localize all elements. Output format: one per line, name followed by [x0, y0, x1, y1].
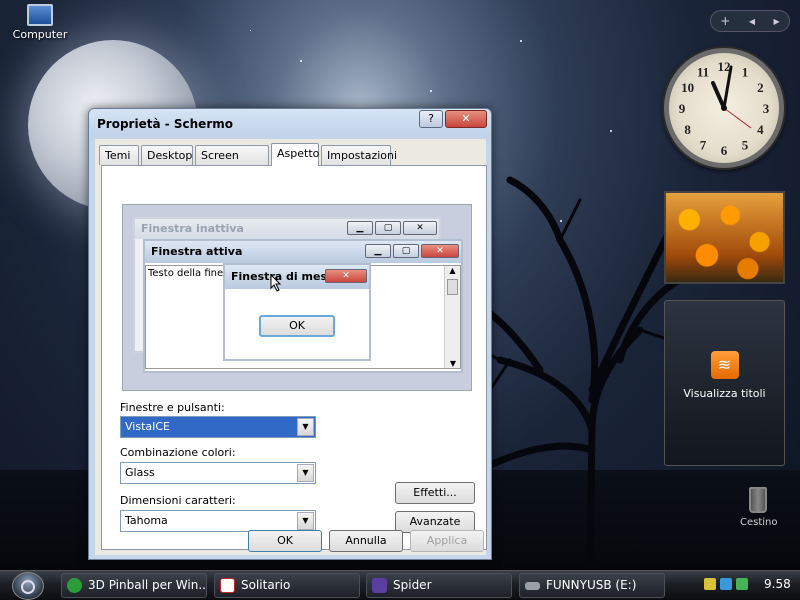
cancel-button[interactable]: Annulla: [329, 530, 403, 552]
safely-remove-icon[interactable]: [704, 578, 716, 590]
color-scheme-select[interactable]: Glass ▼: [120, 462, 316, 484]
clock-numeral: 7: [700, 137, 707, 152]
tray-clock[interactable]: 9.58: [764, 577, 791, 591]
windows-buttons-label: Finestre e pulsanti:: [120, 401, 225, 414]
clock-numeral: 5: [742, 137, 749, 152]
clock-numeral: 1: [742, 65, 749, 80]
spider-icon: [372, 578, 387, 593]
pinball-icon: [67, 578, 82, 593]
rss-icon: ≋: [710, 351, 739, 379]
trash-label: Cestino: [740, 517, 778, 528]
font-size-select[interactable]: Tahoma ▼: [120, 510, 316, 532]
effects-button[interactable]: Effetti...: [395, 482, 475, 504]
appearance-panel: Finestra inattiva ▁ ▢ ✕ Finestra attiva …: [101, 165, 487, 550]
windows-buttons-select[interactable]: VistaICE ▼: [120, 416, 316, 438]
windows-logo-icon: [21, 580, 35, 594]
tab-temi[interactable]: Temi: [99, 145, 139, 165]
rss-title: Visualizza titoli: [683, 387, 766, 400]
clock-numeral: 12: [718, 59, 731, 74]
chevron-down-icon: ▼: [297, 512, 314, 530]
network-icon[interactable]: [720, 578, 732, 590]
taskbar-item-pinball[interactable]: 3D Pinball per Win...: [61, 573, 207, 598]
clock-numeral: 4: [757, 122, 764, 137]
computer-icon-label: Computer: [12, 28, 68, 41]
rss-gadget[interactable]: ≋ Visualizza titoli: [664, 300, 785, 466]
preview-scrollbar: ▲ ▼: [444, 266, 460, 368]
solitaire-icon: [220, 578, 235, 593]
tab-desktop[interactable]: Desktop: [141, 145, 193, 165]
chevron-down-icon: ▼: [297, 464, 314, 482]
apply-button[interactable]: Applica: [410, 530, 484, 552]
tab-impostazioni[interactable]: Impostazioni: [321, 145, 397, 165]
sidebar-controls: + ◀ ▶: [710, 10, 790, 32]
ok-button[interactable]: OK: [248, 530, 322, 552]
taskbar: 3D Pinball per Win... Solitario Spider F…: [0, 570, 800, 600]
monitor-icon: [27, 4, 53, 26]
taskbar-item-funnyusb[interactable]: FUNNYUSB (E:): [519, 573, 665, 598]
preview-ok-button: OK: [259, 315, 335, 337]
appearance-preview: Finestra inattiva ▁ ▢ ✕ Finestra attiva …: [122, 204, 472, 391]
help-button[interactable]: ?: [419, 110, 443, 128]
start-button[interactable]: [12, 572, 44, 600]
system-tray: 9.58: [700, 573, 800, 598]
trash-icon: [749, 487, 767, 513]
clock-face: 12 12 3 45678 9 1011: [679, 59, 770, 158]
close-button[interactable]: ✕: [445, 110, 487, 128]
clock-gadget[interactable]: 12 1 2 3 4 5 6 7 8 9 10 11: [664, 48, 784, 168]
clock-numeral: 6: [721, 143, 728, 158]
window-client: Temi Desktop Screen saver Aspetto Impost…: [95, 139, 487, 555]
clock-numeral: 8: [684, 122, 691, 137]
clock-numeral: 2: [757, 80, 764, 95]
volume-icon[interactable]: [736, 578, 748, 590]
taskbar-item-solitario[interactable]: Solitario: [214, 573, 360, 598]
preview-window-text: Testo della finestra: [148, 268, 228, 279]
trash-desktop-icon[interactable]: Cestino: [740, 487, 778, 541]
prev-gadget-button[interactable]: ◀: [749, 17, 755, 26]
window-title: Proprietà - Schermo: [97, 117, 233, 131]
computer-desktop-icon[interactable]: Computer: [12, 4, 68, 41]
clock-numeral: 9: [679, 101, 686, 116]
second-hand: [723, 107, 752, 129]
add-gadget-button[interactable]: +: [720, 14, 730, 28]
display-properties-window: Proprietà - Schermo ? ✕ Temi Desktop Scr…: [88, 108, 492, 560]
tab-aspetto[interactable]: Aspetto: [271, 143, 319, 166]
tab-screen-saver[interactable]: Screen saver: [195, 145, 269, 181]
taskbar-item-spider[interactable]: Spider: [366, 573, 512, 598]
color-scheme-label: Combinazione colori:: [120, 446, 236, 459]
font-size-label: Dimensioni caratteri:: [120, 494, 236, 507]
clock-numeral: 10: [681, 80, 694, 95]
clock-numeral: 3: [763, 101, 770, 116]
clock-numeral: 11: [697, 65, 709, 80]
hour-hand: [711, 81, 726, 110]
usb-drive-icon: [525, 582, 540, 590]
chevron-down-icon: ▼: [297, 418, 314, 436]
preview-message-box: Finestra di mes... ✕ OK: [223, 263, 371, 361]
tree: [480, 176, 680, 570]
slideshow-gadget[interactable]: [664, 191, 785, 284]
mouse-cursor: [270, 274, 282, 292]
desktop: Computer + ◀ ▶ 12 1 2 3 4 5 6 7 8 9 10 11 ≋ Visuali…: [0, 0, 800, 570]
next-gadget-button[interactable]: ▶: [774, 17, 780, 26]
close-icon: ✕: [461, 112, 471, 125]
